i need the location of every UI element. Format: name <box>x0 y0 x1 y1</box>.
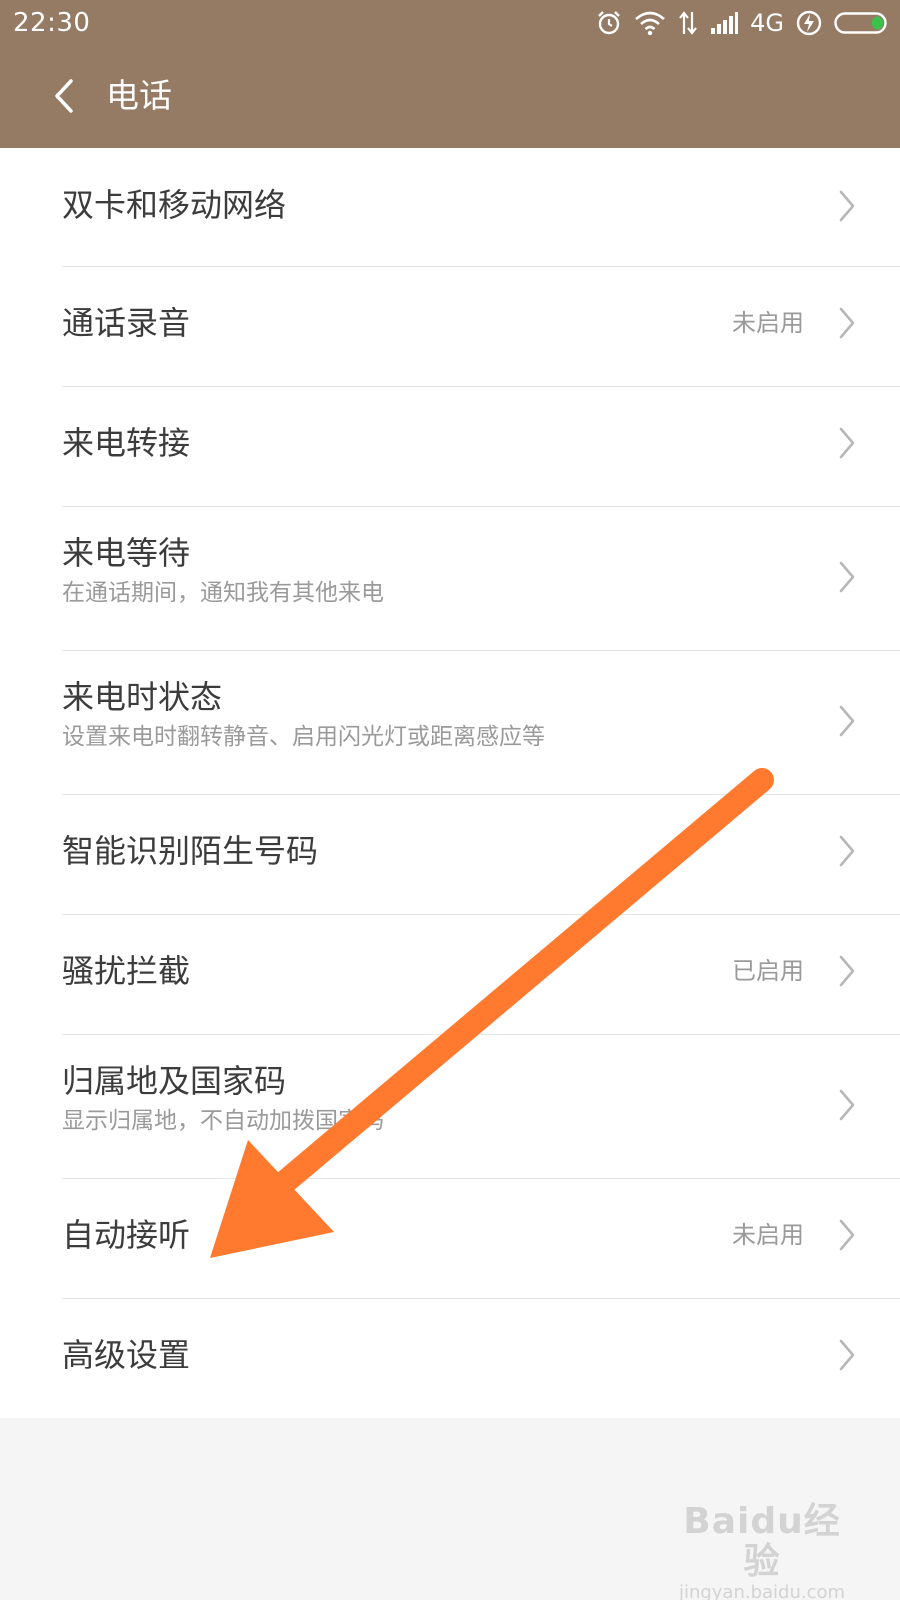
chevron-right-icon <box>839 427 855 459</box>
network-type: 4G <box>750 9 784 37</box>
setting-subtitle: 在通话期间，通知我有其他来电 <box>62 580 384 606</box>
back-button[interactable] <box>44 74 84 118</box>
setting-title: 骚扰拦截 <box>62 952 191 990</box>
chevron-right-icon <box>839 307 855 339</box>
setting-location-country-code[interactable]: 归属地及国家码 显示归属地，不自动加拨国家码 <box>0 1035 900 1178</box>
baidu-watermark: Baidu经验 jingyan.baidu.com <box>672 1501 852 1600</box>
setting-title: 智能识别陌生号码 <box>62 832 319 870</box>
setting-smart-caller-id[interactable]: 智能识别陌生号码 <box>0 795 900 914</box>
setting-value: 已启用 <box>732 957 804 985</box>
setting-spam-blocking[interactable]: 骚扰拦截 已启用 <box>0 915 900 1034</box>
alarm-icon <box>598 11 620 35</box>
watermark-brand: Baidu经验 <box>683 1501 841 1582</box>
setting-title: 来电转接 <box>62 424 191 462</box>
chevron-right-icon <box>839 835 855 867</box>
setting-advanced[interactable]: 高级设置 <box>0 1299 900 1418</box>
setting-title: 高级设置 <box>62 1336 191 1374</box>
setting-call-waiting[interactable]: 来电等待 在通话期间，通知我有其他来电 <box>0 507 900 650</box>
setting-title: 来电时状态 <box>62 678 223 716</box>
chevron-right-icon <box>839 561 855 593</box>
battery-icon <box>834 12 887 34</box>
status-icons: 4G <box>596 9 888 37</box>
chevron-right-icon <box>839 705 855 737</box>
setting-call-recording[interactable]: 通话录音 未启用 <box>0 267 900 386</box>
setting-value: 未启用 <box>732 309 804 337</box>
chevron-right-icon <box>839 1089 855 1121</box>
charging-icon <box>796 10 822 36</box>
setting-call-forwarding[interactable]: 来电转接 <box>0 387 900 506</box>
status-bar: 22:30 4G <box>0 0 900 46</box>
chevron-right-icon <box>839 1219 855 1251</box>
setting-title: 来电等待 <box>62 534 191 572</box>
setting-title: 双卡和移动网络 <box>62 186 287 224</box>
setting-subtitle: 设置来电时翻转静音、启用闪光灯或距离感应等 <box>62 724 545 750</box>
setting-incoming-call-state[interactable]: 来电时状态 设置来电时翻转静音、启用闪光灯或距离感应等 <box>0 651 900 794</box>
chevron-right-icon <box>839 955 855 987</box>
chevron-right-icon <box>839 1339 855 1371</box>
page-title: 电话 <box>106 76 172 115</box>
setting-subtitle: 显示归属地，不自动加拨国家码 <box>62 1108 384 1134</box>
setting-title: 自动接听 <box>62 1216 191 1254</box>
watermark-url: jingyan.baidu.com <box>678 1582 846 1600</box>
setting-auto-answer[interactable]: 自动接听 未启用 <box>0 1179 900 1298</box>
setting-title: 通话录音 <box>62 304 191 342</box>
data-arrows-icon <box>679 11 697 35</box>
setting-value: 未启用 <box>732 1221 804 1249</box>
settings-list: 双卡和移动网络 通话录音 未启用 来电转接 来电等待 在通话期间，通知我有其他来… <box>0 148 900 1418</box>
chevron-right-icon <box>839 190 855 222</box>
status-time: 22:30 <box>13 8 91 38</box>
chevron-left-icon <box>55 79 73 113</box>
app-header: 22:30 4G 电话 <box>0 0 900 148</box>
setting-dual-sim[interactable]: 双卡和移动网络 <box>0 148 900 266</box>
signal-icon <box>711 12 739 34</box>
wifi-icon <box>635 11 665 36</box>
setting-title: 归属地及国家码 <box>62 1062 287 1100</box>
